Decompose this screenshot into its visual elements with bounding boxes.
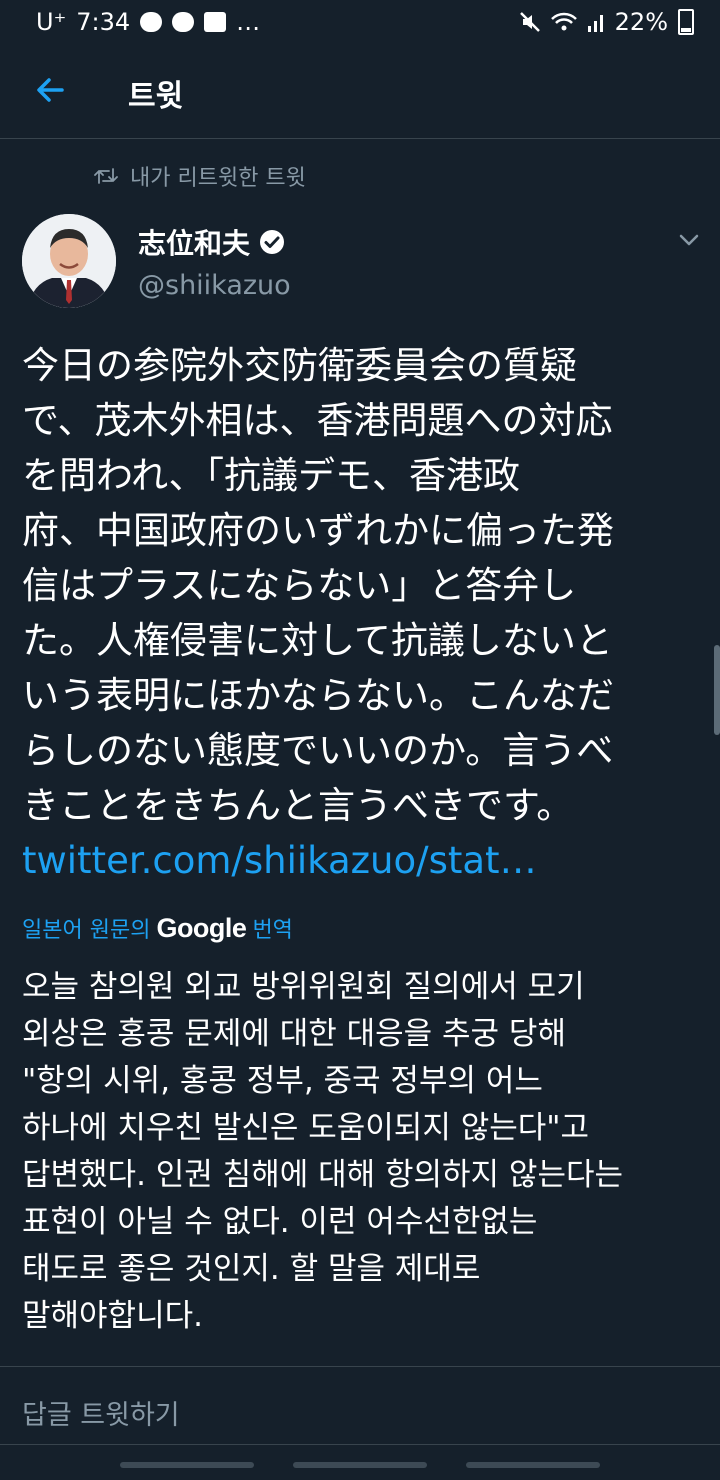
- tweet-line: きことをきちんと言うべきです。: [22, 784, 574, 827]
- translated-text: 오늘 참의원 외교 방위위원회 질의에서 모기 외상은 홍콩 문제에 대한 대응…: [22, 964, 702, 1340]
- translation-suffix: 번역: [252, 918, 293, 943]
- translation-attribution[interactable]: 일본어 원문의 Google 번역: [22, 912, 293, 944]
- reply-input[interactable]: 답글 트윗하기: [22, 1393, 180, 1432]
- translated-line: 하나에 치우친 발신은 도움이되지 않는다"고: [22, 1110, 590, 1146]
- google-logo: Google: [156, 913, 247, 943]
- translated-line: 오늘 참의원 외교 방위위원회 질의에서 모기: [22, 969, 585, 1005]
- translated-line: 말해야합니다.: [22, 1298, 203, 1334]
- system-nav-bar: [0, 1446, 720, 1480]
- battery-icon: [678, 9, 694, 35]
- author-name: 志位和夫: [138, 227, 251, 260]
- tweet-line: 今日の参院外交防衛委員会の質疑: [22, 344, 577, 387]
- battery-percent: 22%: [614, 8, 668, 36]
- tweet-line: らしのない態度でいいのか。言うべ: [22, 729, 614, 772]
- mute-icon: [519, 12, 540, 32]
- retweet-icon: [94, 168, 118, 184]
- scrollbar[interactable]: [714, 645, 720, 735]
- translated-line: 외상은 홍콩 문제에 대한 대응을 추궁 당해: [22, 1016, 566, 1052]
- translated-line: "항의 시위, 홍콩 정부, 중국 정부의 어느: [22, 1063, 543, 1099]
- tweet-text: 今日の参院外交防衛委員会の質疑 で、茂木外相は、香港問題への対応 を問われ、「抗…: [22, 338, 702, 888]
- author-name-row[interactable]: 志位和夫: [138, 222, 286, 262]
- tweet-link[interactable]: twitter.com/shiikazuo/stat…: [22, 833, 702, 888]
- divider: [0, 1366, 720, 1367]
- signal-icon: [587, 15, 603, 32]
- nav-recent-button[interactable]: [120, 1462, 254, 1468]
- wifi-icon: [550, 12, 577, 31]
- message-icon: [172, 12, 195, 32]
- tweet-line: いう表明にほかならない。こんなだ: [22, 674, 614, 717]
- carrier-label: U⁺: [36, 8, 67, 36]
- status-time: 7:34: [76, 8, 131, 36]
- status-left: U⁺ 7:34 …: [36, 6, 260, 38]
- author-avatar[interactable]: [22, 214, 116, 308]
- app-header: 트윗: [0, 44, 720, 139]
- verified-icon: [260, 230, 285, 254]
- avatar-image: [22, 214, 116, 308]
- tweet-line: 信はプラスにならない」と答弁し: [22, 564, 577, 607]
- retweet-label: 내가 리트윗한 트윗: [130, 166, 306, 191]
- retweet-context: 내가 리트윗한 트윗: [94, 160, 306, 192]
- back-arrow-icon[interactable]: [34, 74, 66, 106]
- nav-back-button[interactable]: [466, 1462, 600, 1468]
- chevron-down-icon[interactable]: [678, 232, 700, 248]
- more-notifications-icon: …: [236, 8, 261, 36]
- translation-prefix: 일본어 원문의: [22, 918, 151, 943]
- twitch-icon: [204, 12, 227, 32]
- nav-home-button[interactable]: [293, 1462, 427, 1468]
- tweet-line: を問われ、「抗議デモ、香港政: [22, 454, 521, 497]
- status-right: 22%: [519, 6, 694, 38]
- status-bar: U⁺ 7:34 … 22%: [0, 0, 720, 44]
- author-handle[interactable]: @shiikazuo: [138, 270, 291, 301]
- kakaotalk-icon: [140, 12, 163, 32]
- divider: [0, 1444, 720, 1445]
- tweet-line: 府、中国政府のいずれかに偏った発: [22, 509, 614, 552]
- tweet-line: で、茂木外相は、香港問題への対応: [22, 399, 613, 442]
- translated-line: 표현이 아닐 수 없다. 이런 어수선한없는: [22, 1204, 538, 1240]
- translated-line: 답변했다. 인권 침해에 대해 항의하지 않는다는: [22, 1157, 624, 1193]
- translated-line: 태도로 좋은 것인지. 할 말을 제대로: [22, 1251, 481, 1287]
- page-title: 트윗: [128, 79, 184, 114]
- tweet-line: た。人権侵害に対して抗議しないと: [22, 619, 613, 662]
